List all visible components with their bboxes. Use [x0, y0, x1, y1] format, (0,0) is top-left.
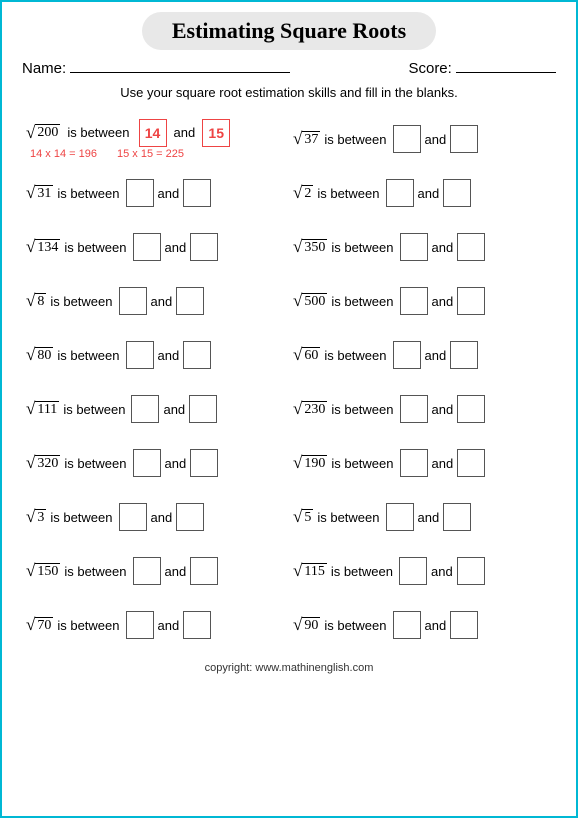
answer-box[interactable] [126, 341, 154, 369]
answer-box[interactable] [119, 503, 147, 531]
problem-230: √230 is between and [289, 382, 556, 436]
problem-80: √80 is between and [22, 328, 289, 382]
answer-box[interactable] [190, 449, 218, 477]
answer-box[interactable] [400, 233, 428, 261]
answer-box[interactable] [400, 287, 428, 315]
answer-box[interactable] [119, 287, 147, 315]
answer-box[interactable] [400, 449, 428, 477]
answer-box[interactable] [393, 611, 421, 639]
answer-box[interactable] [443, 179, 471, 207]
problem-150: √150 is between and [22, 544, 289, 598]
answer-box[interactable] [133, 557, 161, 585]
problem-500: √500 is between and [289, 274, 556, 328]
answer-box[interactable] [457, 557, 485, 585]
answer-box[interactable] [133, 233, 161, 261]
name-label: Name: [22, 60, 66, 77]
answer-box[interactable] [189, 395, 217, 423]
problem-190: √190 is between and [289, 436, 556, 490]
example-radical: √200 [26, 123, 60, 143]
answer-box[interactable] [450, 611, 478, 639]
score-line [456, 72, 556, 73]
answer-box[interactable] [393, 125, 421, 153]
name-line [70, 72, 290, 73]
answer-box[interactable] [183, 341, 211, 369]
example-hint1: 14 x 14 = 196 [30, 148, 97, 160]
answer-box[interactable] [386, 503, 414, 531]
answer-box[interactable] [443, 503, 471, 531]
answer-box[interactable] [133, 449, 161, 477]
answer-box[interactable] [450, 341, 478, 369]
problem-320: √320 is between and [22, 436, 289, 490]
answer-box[interactable] [183, 179, 211, 207]
example-answer1: 14 [139, 119, 167, 147]
answer-box[interactable] [457, 395, 485, 423]
answer-box[interactable] [126, 179, 154, 207]
answer-box[interactable] [176, 287, 204, 315]
answer-box[interactable] [399, 557, 427, 585]
problem-111: √111 is between and [22, 382, 289, 436]
score-label: Score: [408, 60, 451, 77]
answer-box[interactable] [190, 557, 218, 585]
problem-37: √37 is between and [289, 112, 556, 166]
page-title: Estimating Square Roots [142, 12, 436, 50]
example-problem: √200 is between 14 and 15 14 x 14 = 196 … [22, 112, 289, 166]
problem-2: √2 is between and [289, 166, 556, 220]
answer-box[interactable] [393, 341, 421, 369]
answer-box[interactable] [457, 287, 485, 315]
answer-box[interactable] [400, 395, 428, 423]
problem-8: √8 is between and [22, 274, 289, 328]
copyright: copyright: www.mathinenglish.com [22, 662, 556, 674]
answer-box[interactable] [126, 611, 154, 639]
example-hint2: 15 x 15 = 225 [117, 148, 184, 160]
answer-box[interactable] [183, 611, 211, 639]
problem-70: √70 is between and [22, 598, 289, 652]
answer-box[interactable] [131, 395, 159, 423]
answer-box[interactable] [386, 179, 414, 207]
problem-31: √31 is between and [22, 166, 289, 220]
answer-box[interactable] [176, 503, 204, 531]
answer-box[interactable] [457, 233, 485, 261]
example-answer2: 15 [202, 119, 230, 147]
problem-60: √60 is between and [289, 328, 556, 382]
problem-3: √3 is between and [22, 490, 289, 544]
problem-5: √5 is between and [289, 490, 556, 544]
problem-134: √134 is between and [22, 220, 289, 274]
problem-115: √115 is between and [289, 544, 556, 598]
problem-90: √90 is between and [289, 598, 556, 652]
answer-box[interactable] [457, 449, 485, 477]
instructions: Use your square root estimation skills a… [22, 85, 556, 100]
problem-350: √350 is between and [289, 220, 556, 274]
answer-box[interactable] [450, 125, 478, 153]
answer-box[interactable] [190, 233, 218, 261]
